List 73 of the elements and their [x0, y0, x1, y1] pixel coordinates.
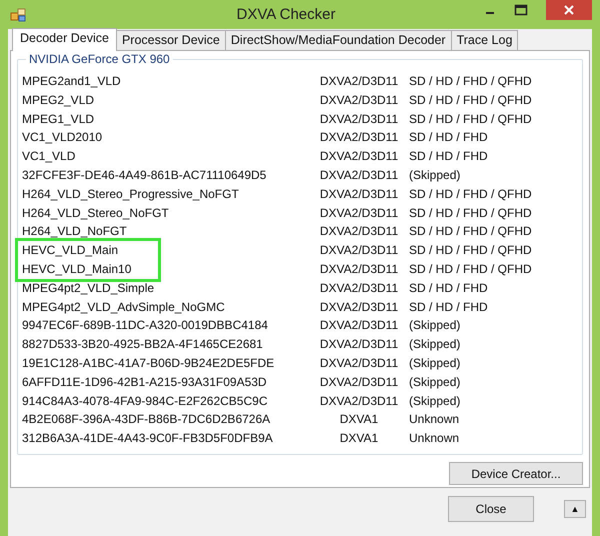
decoder-name: 9947EC6F-689B-11DC-A320-0019DBBC4184 [21, 317, 269, 334]
decoder-name: VC1_VLD [21, 148, 76, 166]
resolution-cell-text: SD / HD / FHD / QFHD [408, 92, 533, 109]
decoder-name: 6AFFD11E-1D96-42B1-A215-93A31F09A53D [21, 374, 268, 391]
tab[interactable]: Processor Device [116, 30, 226, 50]
decoder-name: MPEG2and1_VLD [21, 73, 122, 90]
api-cell-text: DXVA2/D3D11 [318, 392, 400, 410]
close-button[interactable] [546, 0, 592, 20]
resolution-cell-text: SD / HD / FHD / QFHD [408, 242, 533, 260]
decoder-name: 8827D533-3B20-4925-BB2A-4F1465CE2681 [21, 336, 264, 354]
resolution-cell-text: SD / HD / FHD / QFHD [408, 73, 533, 90]
resolution-cell-text: SD / HD / FHD / QFHD [408, 186, 533, 203]
api-cell-text: DXVA2/D3D11 [318, 148, 400, 166]
close-icon [563, 4, 575, 16]
decoder-name: MPEG2_VLD [21, 92, 96, 109]
decoder-name: 19E1C128-A1BC-41A7-B06D-9B24E2DE5FDE [21, 354, 276, 372]
decoder-name: 4B2E068F-396A-43DF-B86B-7DC6D2B6726A [21, 411, 272, 428]
resolution-cell-text: SD / HD / FHD / QFHD [408, 223, 533, 240]
window-title: DXVA Checker [236, 6, 336, 23]
api-cell-text: DXVA2/D3D11 [318, 186, 400, 203]
tab[interactable]: Decoder Device [12, 28, 117, 51]
resolution-cell-text: Unknown [408, 430, 460, 448]
api-cell-text: DXVA2/D3D11 [318, 129, 400, 146]
decoder-name: HEVC_VLD_Main10 [15, 260, 161, 279]
api-cell-text: DXVA2/D3D11 [318, 204, 400, 222]
decoder-name: MPEG4pt2_VLD_AdvSimple_NoGMC [21, 298, 226, 316]
resolution-cell-text: Unknown [408, 411, 460, 428]
decoder-name: H264_VLD_Stereo_NoFGT [21, 204, 170, 222]
app-icon [10, 6, 28, 22]
api-cell-text: DXVA1 [338, 430, 380, 448]
group-title: NVIDIA GeForce GTX 960 [26, 52, 173, 66]
api-cell-text: DXVA2/D3D11 [318, 260, 400, 278]
resolution-cell-text: (Skipped) [408, 166, 462, 184]
decoder-name: MPEG4pt2_VLD_Simple [21, 280, 156, 297]
decoder-name: 32FCFE3F-DE46-4A49-861B-AC71110649D5 [21, 166, 268, 184]
api-cell-text: DXVA2/D3D11 [318, 374, 400, 391]
resolution-cell-text: (Skipped) [408, 317, 462, 334]
api-cell-text: DXVA2/D3D11 [318, 280, 400, 297]
decoder-name: H264_VLD_Stereo_Progressive_NoFGT [21, 186, 240, 203]
api-cell-text: DXVA2/D3D11 [318, 317, 400, 334]
resolution-cell-text: SD / HD / FHD [408, 280, 489, 297]
device-creator-button[interactable]: Device Creator... [449, 462, 583, 485]
resolution-cell-text: SD / HD / FHD / QFHD [408, 204, 533, 222]
resolution-cell-text: SD / HD / FHD / QFHD [408, 260, 533, 278]
tab[interactable]: Trace Log [450, 30, 518, 50]
tab[interactable]: DirectShow/MediaFoundation Decoder [224, 30, 452, 50]
resolution-cell-text: (Skipped) [408, 354, 462, 372]
api-cell-text: DXVA2/D3D11 [318, 354, 400, 372]
decoder-name: 312B6A3A-41DE-4A43-9C0F-FB3D5F0DFB9A [21, 430, 274, 448]
decoder-name: 914C84A3-4078-4FA9-984C-E2F262CB5C9C [21, 392, 268, 410]
api-cell-text: DXVA1 [338, 411, 380, 428]
resolution-cell-text: (Skipped) [408, 374, 462, 391]
api-cell-text: DXVA2/D3D11 [318, 223, 400, 240]
decoder-name: MPEG1_VLD [21, 110, 96, 128]
decoder-name: HEVC_VLD_Main [15, 241, 161, 260]
resolution-cell-text: (Skipped) [408, 336, 462, 354]
resolution-cell-text: (Skipped) [408, 392, 462, 410]
api-cell-text: DXVA2/D3D11 [318, 73, 400, 90]
resolution-cell-text: SD / HD / FHD [408, 148, 489, 166]
api-cell-text: DXVA2/D3D11 [318, 298, 400, 316]
api-cell-text: DXVA2/D3D11 [318, 166, 400, 184]
resolution-cell-text: SD / HD / FHD / QFHD [408, 110, 533, 128]
expand-button[interactable]: ▲ [564, 500, 586, 518]
decoder-name: VC1_VLD2010 [21, 129, 104, 146]
maximize-icon[interactable] [514, 4, 528, 16]
api-cell-text: DXVA2/D3D11 [318, 92, 400, 109]
api-cell-text: DXVA2/D3D11 [318, 336, 400, 354]
resolution-cell-text: SD / HD / FHD [408, 298, 489, 316]
resolution-cell-text: SD / HD / FHD [408, 129, 489, 146]
api-cell-text: DXVA2/D3D11 [318, 242, 400, 260]
decoder-name: H264_VLD_NoFGT [21, 223, 128, 240]
api-cell-text: DXVA2/D3D11 [318, 110, 400, 128]
close-dialog-button[interactable]: Close [448, 496, 534, 522]
